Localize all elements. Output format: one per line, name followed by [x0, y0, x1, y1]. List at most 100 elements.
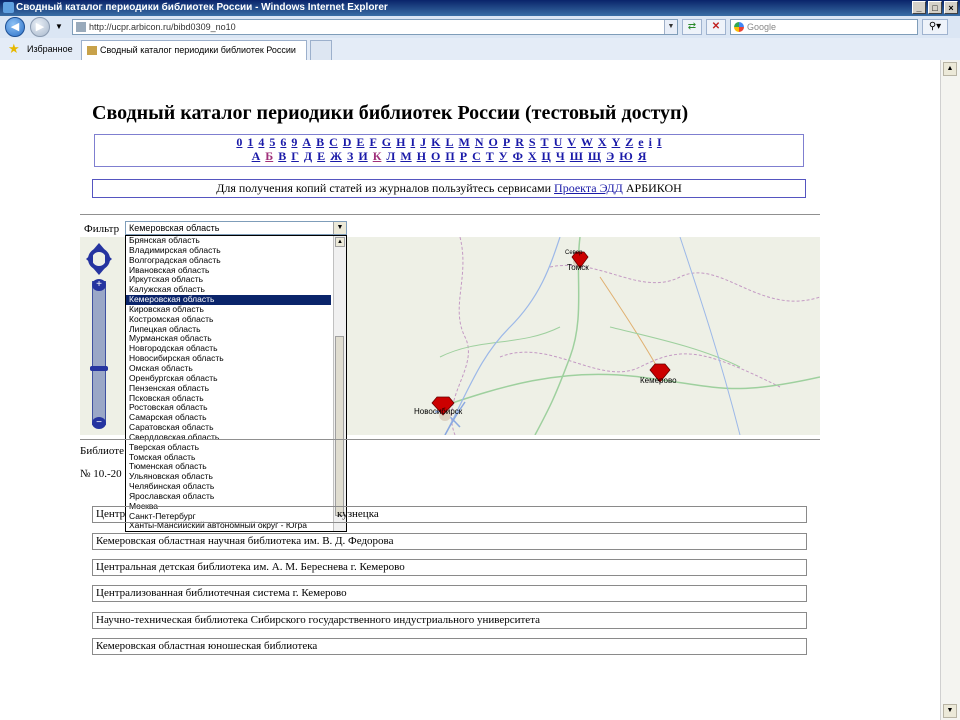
letter-link[interactable]: D: [343, 135, 352, 149]
maximize-button[interactable]: □: [928, 1, 942, 14]
letter-link[interactable]: I: [657, 135, 662, 149]
tab-active[interactable]: Сводный каталог периодики библиотек Росс…: [81, 40, 307, 60]
letter-link[interactable]: Т: [486, 149, 494, 163]
letter-link[interactable]: M: [459, 135, 470, 149]
letter-link[interactable]: Л: [386, 149, 395, 163]
letter-link[interactable]: 0: [236, 135, 242, 149]
letter-link[interactable]: Я: [638, 149, 647, 163]
letter-link[interactable]: 4: [258, 135, 264, 149]
back-button[interactable]: ◀: [5, 17, 25, 37]
letter-link[interactable]: V: [567, 135, 576, 149]
letter-link[interactable]: Е: [317, 149, 325, 163]
library-item[interactable]: Центр кузнецка: [92, 506, 807, 523]
edd-project-link[interactable]: Проекта ЭДД: [554, 181, 623, 195]
url-input[interactable]: http://ucpr.arbicon.ru/bibd0309_no10 ▼: [72, 19, 678, 35]
minimize-button[interactable]: _: [912, 1, 926, 14]
letter-link[interactable]: М: [400, 149, 411, 163]
letter-link[interactable]: Ч: [556, 149, 565, 163]
library-item[interactable]: Кемеровская областная юношеская библиоте…: [92, 638, 807, 655]
letter-link[interactable]: Щ: [588, 149, 601, 163]
letter-link[interactable]: Н: [417, 149, 426, 163]
page-scrollbar[interactable]: ▲ ▼: [940, 60, 960, 720]
letter-link[interactable]: S: [529, 135, 536, 149]
region-dropdown-list[interactable]: Брянская область Владимирская область Волг…: [125, 235, 347, 532]
search-button[interactable]: ⚲▾: [922, 19, 948, 35]
letter-link[interactable]: 5: [269, 135, 275, 149]
letter-link[interactable]: 9: [291, 135, 297, 149]
letter-link[interactable]: C: [329, 135, 338, 149]
letter-link[interactable]: A: [302, 135, 311, 149]
search-input[interactable]: Google: [730, 19, 918, 35]
letter-link[interactable]: Ф: [513, 149, 523, 163]
zoom-slider-thumb[interactable]: [90, 366, 108, 371]
letter-link[interactable]: E: [356, 135, 364, 149]
letter-link[interactable]: П: [445, 149, 454, 163]
stop-button[interactable]: ✕: [706, 19, 726, 35]
letter-link[interactable]: И: [358, 149, 367, 163]
map-zoom-slider[interactable]: [92, 281, 106, 425]
letter-link[interactable]: Ш: [570, 149, 583, 163]
letter-link[interactable]: i: [649, 135, 652, 149]
library-item[interactable]: Централизованная библиотечная система г.…: [92, 585, 807, 602]
letter-link[interactable]: Д: [304, 149, 312, 163]
new-tab-button[interactable]: [310, 40, 332, 60]
letter-link[interactable]: Ю: [619, 149, 633, 163]
letter-link[interactable]: X: [598, 135, 607, 149]
letter-link[interactable]: T: [541, 135, 549, 149]
forward-button[interactable]: ▶: [30, 17, 50, 37]
letter-link[interactable]: e: [638, 135, 643, 149]
window-title: Сводный каталог периодики библиотек Росс…: [16, 2, 388, 13]
library-item[interactable]: Кемеровская областная научная библиотека…: [92, 533, 807, 550]
dropdown-scrollbar[interactable]: ▲: [333, 236, 346, 531]
letter-link[interactable]: G: [382, 135, 391, 149]
library-item[interactable]: Центральная детская библиотека им. А. М.…: [92, 559, 807, 576]
scroll-up-icon[interactable]: ▲: [335, 237, 345, 247]
favorites-star-icon[interactable]: ★: [8, 42, 20, 55]
letter-link[interactable]: R: [515, 135, 524, 149]
letter-link[interactable]: С: [472, 149, 481, 163]
letter-link[interactable]: I: [410, 135, 415, 149]
letter-link[interactable]: N: [475, 135, 484, 149]
zoom-in-button[interactable]: +: [92, 279, 106, 291]
letter-link[interactable]: Б: [265, 149, 273, 163]
letter-link[interactable]: Э: [606, 149, 614, 163]
letter-link[interactable]: О: [431, 149, 440, 163]
letter-link[interactable]: К: [373, 149, 382, 163]
letter-link[interactable]: Z: [625, 135, 633, 149]
letter-link[interactable]: F: [369, 135, 376, 149]
letter-link[interactable]: 1: [247, 135, 253, 149]
close-button[interactable]: ×: [944, 1, 958, 14]
letter-link[interactable]: W: [581, 135, 593, 149]
region-filter-select[interactable]: Кемеровская область ▼: [125, 221, 347, 235]
chevron-down-icon[interactable]: ▼: [333, 222, 346, 234]
letter-link[interactable]: Г: [291, 149, 299, 163]
letter-link[interactable]: 6: [280, 135, 286, 149]
letter-link[interactable]: B: [316, 135, 324, 149]
letter-link[interactable]: В: [278, 149, 286, 163]
favorites-label[interactable]: Избранное: [27, 44, 73, 54]
letter-link[interactable]: P: [503, 135, 510, 149]
letter-link[interactable]: L: [445, 135, 453, 149]
letter-link[interactable]: Y: [612, 135, 621, 149]
url-dropdown-icon[interactable]: ▼: [664, 20, 677, 34]
letter-link[interactable]: З: [347, 149, 353, 163]
letter-link[interactable]: U: [554, 135, 563, 149]
map-pan-control[interactable]: [86, 243, 112, 275]
scroll-down-icon[interactable]: ▼: [943, 704, 957, 718]
letter-link[interactable]: А: [252, 149, 261, 163]
history-dropdown-icon[interactable]: ▼: [55, 22, 63, 31]
letter-link[interactable]: J: [420, 135, 426, 149]
zoom-out-button[interactable]: −: [92, 417, 106, 429]
letter-link[interactable]: K: [431, 135, 440, 149]
scroll-up-icon[interactable]: ▲: [943, 62, 957, 76]
letter-link[interactable]: Ц: [542, 149, 551, 163]
letter-link[interactable]: O: [489, 135, 498, 149]
library-item[interactable]: Научно-техническая библиотека Сибирского…: [92, 612, 807, 629]
letter-link[interactable]: У: [499, 149, 508, 163]
dropdown-scroll-thumb[interactable]: [335, 336, 344, 516]
letter-link[interactable]: Х: [528, 149, 537, 163]
letter-link[interactable]: H: [396, 135, 405, 149]
letter-link[interactable]: Ж: [330, 149, 342, 163]
refresh-button[interactable]: ⇄: [682, 19, 702, 35]
letter-link[interactable]: Р: [460, 149, 467, 163]
